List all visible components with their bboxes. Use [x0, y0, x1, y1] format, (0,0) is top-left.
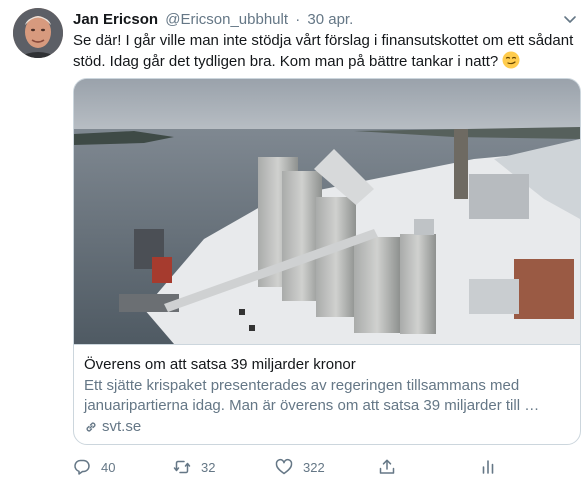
- header-separator: ·: [295, 11, 301, 28]
- like-count: 322: [303, 459, 325, 475]
- reply-count: 40: [101, 459, 116, 475]
- like-button[interactable]: 322: [275, 455, 325, 479]
- avatar-photo: [13, 8, 63, 58]
- link-card[interactable]: Överens om att satsa 39 miljarder kronor…: [73, 78, 581, 445]
- retweet-button[interactable]: 32: [173, 455, 215, 479]
- share-button[interactable]: [378, 455, 406, 479]
- tweet-date[interactable]: 30 apr.: [307, 11, 353, 28]
- card-body[interactable]: Överens om att satsa 39 miljarder kronor…: [74, 344, 580, 444]
- chevron-down-icon[interactable]: [561, 10, 579, 28]
- tweet[interactable]: Jan Ericson @Ericson_ubbhult · 30 apr. S…: [0, 0, 586, 484]
- tweet-text: Se där! I går ville man inte stödja vårt…: [73, 31, 579, 72]
- heart-icon: [275, 458, 293, 475]
- card-title: Överens om att satsa 39 miljarder kronor: [84, 356, 356, 373]
- tweet-body: Se där! I går ville man inte stödja vårt…: [73, 32, 574, 70]
- author-handle[interactable]: @Ericson_ubbhult: [165, 11, 288, 28]
- tweet-actions: 40 32 322: [73, 455, 573, 479]
- tweet-header: Jan Ericson @Ericson_ubbhult · 30 apr.: [73, 10, 353, 30]
- card-description: Ett sjätte krispaket presenterades av re…: [84, 377, 540, 414]
- card-domain: svt.se: [84, 417, 570, 437]
- avatar[interactable]: [13, 8, 63, 58]
- card-domain-text: svt.se: [102, 418, 142, 435]
- retweet-icon: [173, 460, 191, 474]
- card-image[interactable]: [74, 79, 580, 344]
- card-image-photo: [74, 79, 580, 344]
- analytics-icon: [482, 460, 494, 474]
- analytics-button[interactable]: [479, 455, 507, 479]
- reply-icon: [74, 459, 90, 475]
- retweet-count: 32: [201, 459, 216, 475]
- smirking-face-icon: [502, 51, 520, 69]
- link-icon: [86, 422, 96, 432]
- share-icon: [379, 459, 395, 474]
- author-name[interactable]: Jan Ericson: [73, 11, 158, 28]
- reply-button[interactable]: 40: [73, 455, 115, 479]
